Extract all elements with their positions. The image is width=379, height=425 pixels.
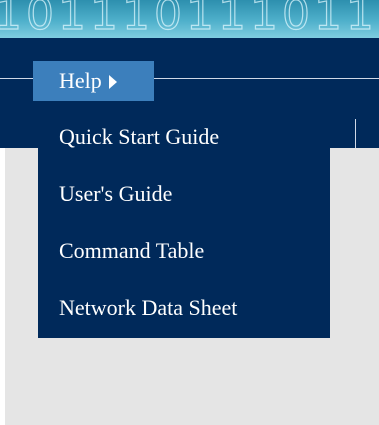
page: 10111011101110 Help Quick Start Guide Us…: [0, 0, 379, 425]
caret-right-icon: [108, 75, 117, 89]
help-menu-button[interactable]: Help: [33, 61, 154, 101]
binary-pattern-graphic: 10111011101110: [0, 0, 379, 38]
header-banner: 10111011101110: [0, 0, 379, 38]
help-dropdown-menu: Quick Start Guide User's Guide Command T…: [38, 106, 330, 338]
menu-item-quick-start-guide[interactable]: Quick Start Guide: [38, 111, 330, 163]
menu-item-network-data-sheet[interactable]: Network Data Sheet: [38, 282, 330, 334]
menu-item-users-guide[interactable]: User's Guide: [38, 168, 330, 220]
help-menu-label: Help: [59, 68, 102, 93]
menu-item-command-table[interactable]: Command Table: [38, 225, 330, 277]
